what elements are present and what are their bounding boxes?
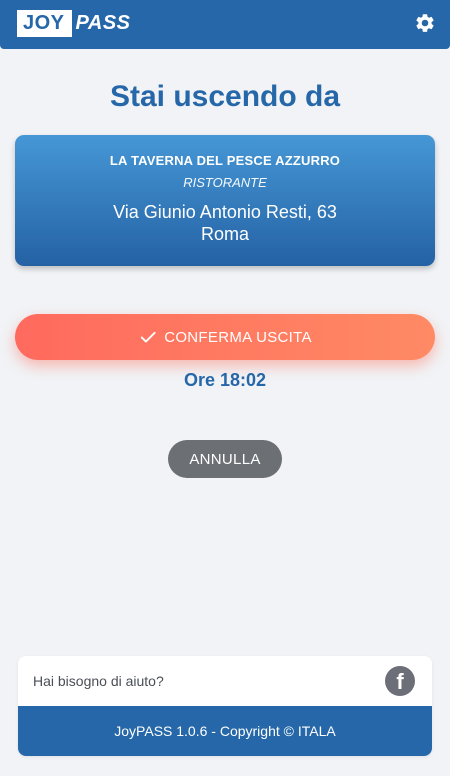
logo-pass-text: PASS xyxy=(75,12,131,34)
logo-joy-text: JOY xyxy=(17,10,72,37)
venue-name: LA TAVERNA DEL PESCE AZZURRO xyxy=(109,153,341,168)
cancel-button[interactable]: ANNULLA xyxy=(168,440,282,478)
facebook-icon[interactable]: f xyxy=(385,666,415,696)
venue-city: Roma xyxy=(200,224,249,244)
venue-type: RISTORANTE xyxy=(183,175,267,190)
venue-address: Via Giunio Antonio Resti, 63 xyxy=(113,202,337,222)
top-bar: JOY PASS xyxy=(0,0,450,49)
check-icon xyxy=(141,331,156,343)
gear-icon[interactable] xyxy=(414,12,436,34)
page-title: Stai uscendo da xyxy=(109,80,341,113)
venue-card: LA TAVERNA DEL PESCE AZZURRO RISTORANTE … xyxy=(15,135,435,266)
footer-card: Hai bisogno di aiuto? f JoyPASS 1.0.6 - … xyxy=(18,656,432,756)
confirm-exit-button[interactable]: CONFERMA USCITA xyxy=(15,314,435,360)
exit-time: Ore 18:02 xyxy=(183,370,267,390)
joypass-logo: JOY PASS xyxy=(17,10,131,37)
help-row: Hai bisogno di aiuto? f xyxy=(18,656,432,706)
help-link[interactable]: Hai bisogno di aiuto? xyxy=(33,673,164,689)
confirm-exit-label: CONFERMA USCITA xyxy=(164,328,312,346)
copyright-text: JoyPASS 1.0.6 - Copyright © ITALA xyxy=(18,706,432,756)
